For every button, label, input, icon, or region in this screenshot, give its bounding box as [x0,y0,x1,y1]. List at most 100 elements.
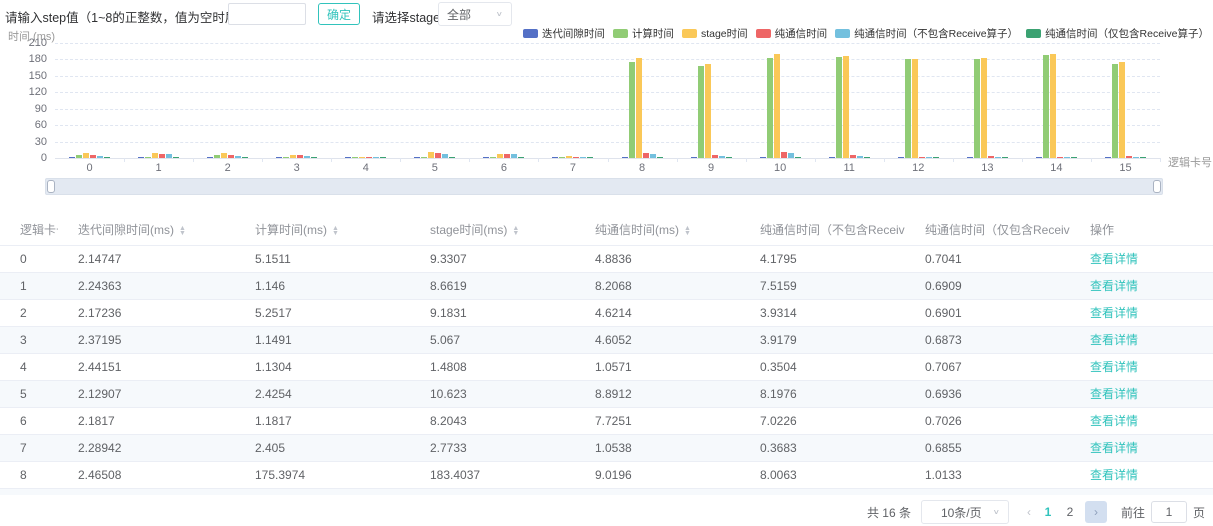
bar-11-s4 [857,156,863,158]
y-axis-tick-label: 120 [7,86,47,98]
page-number-2[interactable]: 2 [1059,505,1081,519]
goto-page-input[interactable] [1151,501,1187,523]
bar-15-s3 [1126,156,1132,158]
bar-1-s5 [173,157,179,158]
cell-1: 2.28942 [58,434,235,461]
gridline [55,76,1160,77]
column-header-label: 纯通信时间(ms) [595,223,679,237]
cell-3: 9.1831 [410,299,575,326]
legend-item-4[interactable]: 纯通信时间（不包含Receive算子） [835,26,1018,41]
bar-1-s3 [159,154,165,158]
column-header-2[interactable]: 计算时间(ms)▲▼ [235,215,410,245]
legend-item-5[interactable]: 纯通信时间（仅包含Receive算子） [1026,26,1209,41]
datazoom-slider[interactable] [45,178,1163,195]
bar-4-s1 [352,157,358,158]
bar-0-s3 [90,155,96,158]
legend-label: 纯通信时间（仅包含Receive算子） [1045,26,1209,41]
cell-5: 4.1795 [740,245,905,272]
view-detail-link[interactable]: 查看详情 [1090,279,1138,293]
datazoom-right-handle[interactable] [1153,180,1161,193]
cell-5: 0.3683 [740,434,905,461]
column-header-6[interactable]: 纯通信时间（仅包含Receive...▲▼ [905,215,1070,245]
bar-1-s4 [166,154,172,158]
view-detail-link[interactable]: 查看详情 [1090,333,1138,347]
bar-4-s3 [366,157,372,158]
cell-5: 8.1976 [740,380,905,407]
legend-swatch-icon [682,29,697,38]
step-input[interactable] [228,3,306,25]
bar-5-s3 [435,153,441,158]
bar-14-s1 [1043,55,1049,158]
sort-desc-icon: ▼ [179,231,186,236]
sort-caret-icon[interactable]: ▲▼ [332,226,339,236]
legend-item-2[interactable]: stage时间 [682,26,748,41]
confirm-button[interactable]: 确定 [318,3,360,25]
bar-15-s0 [1105,157,1111,158]
goto-label: 前往 [1121,504,1145,521]
x-axis-tick-mark [331,158,332,162]
cell-3: 10.623 [410,380,575,407]
bar-13-s3 [988,156,994,158]
view-detail-link[interactable]: 查看详情 [1090,360,1138,374]
cell-6: 1.0133 [905,461,1070,488]
y-axis-tick-label: 210 [7,37,47,49]
x-axis-tick-label: 8 [622,162,662,174]
x-axis-tick-mark [1091,158,1092,162]
x-axis-tick-label: 14 [1036,162,1076,174]
view-detail-link[interactable]: 查看详情 [1090,252,1138,266]
prev-page-button[interactable]: ‹ [1021,505,1037,519]
x-axis-tick-label: 12 [898,162,938,174]
legend-item-0[interactable]: 迭代间隙时间 [523,26,605,41]
bar-7-s4 [580,157,586,158]
cell-1: 2.1817 [58,407,235,434]
x-axis-tick-mark [124,158,125,162]
bar-0-s2 [83,153,89,158]
column-header-5[interactable]: 纯通信时间（不包含Receive...▲▼ [740,215,905,245]
view-detail-link[interactable]: 查看详情 [1090,468,1138,482]
cell-4: 4.8836 [575,245,740,272]
top-controls: 请输入step值（1~8的正整数，值为空时展示平均值） 确定 请选择stage … [0,0,1213,28]
cell-2: 2.4254 [235,380,410,407]
table-body: 02.147475.15119.33074.88364.17950.7041查看… [0,245,1213,488]
sort-caret-icon[interactable]: ▲▼ [179,226,186,236]
chevron-down-icon: ∨ [496,10,503,18]
view-detail-link[interactable]: 查看详情 [1090,387,1138,401]
bar-7-s5 [587,157,593,158]
stage-select[interactable]: 全部 ∨ [438,2,512,26]
x-axis-tick-mark [469,158,470,162]
column-header-4[interactable]: 纯通信时间(ms) ▲▼ [575,215,740,245]
column-header-label: stage时间(ms) [430,223,507,237]
column-header-1[interactable]: 迭代间隙时间(ms)▲▼ [58,215,235,245]
x-axis-tick-label: 3 [277,162,317,174]
next-page-button[interactable]: › [1085,501,1107,523]
bar-14-s3 [1057,157,1063,158]
legend-item-1[interactable]: 计算时间 [613,26,674,41]
page-number-1[interactable]: 1 [1037,505,1059,519]
view-detail-link[interactable]: 查看详情 [1090,306,1138,320]
column-header-label: 纯通信时间（不包含Receive... [760,223,905,237]
view-detail-link[interactable]: 查看详情 [1090,441,1138,455]
legend-item-3[interactable]: 纯通信时间 [756,26,828,41]
bar-11-s2 [843,56,849,158]
cell-4: 1.0538 [575,434,740,461]
datazoom-left-handle[interactable] [47,180,55,193]
x-axis-tick-mark [538,158,539,162]
column-header-3[interactable]: stage时间(ms) ▲▼ [410,215,575,245]
bar-9-s0 [691,157,697,158]
cell-0: 3 [0,326,58,353]
sort-caret-icon[interactable]: ▲▼ [684,226,691,236]
bar-14-s5 [1071,157,1077,158]
cell-2: 5.2517 [235,299,410,326]
cell-5: 3.9179 [740,326,905,353]
chart-legend: 迭代间隙时间计算时间 stage时间纯通信时间纯通信时间（不包含Receive算子… [515,26,1209,41]
cell-action: 查看详情 [1070,407,1213,434]
sort-caret-icon[interactable]: ▲▼ [512,226,519,236]
page-size-select[interactable]: 10条/页 ∨ [921,500,1009,524]
sort-desc-icon: ▼ [512,231,519,236]
bar-10-s0 [760,157,766,158]
x-axis-tick-mark [1160,158,1161,162]
cell-2: 1.146 [235,272,410,299]
view-detail-link[interactable]: 查看详情 [1090,414,1138,428]
bar-8-s0 [622,157,628,158]
bar-4-s4 [373,157,379,158]
